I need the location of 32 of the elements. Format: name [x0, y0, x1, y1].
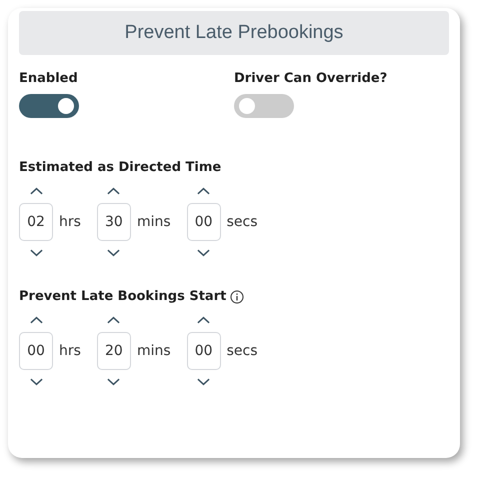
- unit-label: secs: [226, 214, 258, 230]
- toggle-label: Enabled: [19, 71, 79, 86]
- chevron-up-icon[interactable]: [197, 187, 210, 195]
- chevron-down-icon[interactable]: [30, 378, 42, 386]
- chevron-down-icon[interactable]: [107, 249, 120, 257]
- section-title: Prevent Late Prebookings: [124, 22, 344, 44]
- chevron-down-icon[interactable]: [30, 249, 42, 257]
- number-input[interactable]: 00: [186, 332, 221, 370]
- toggle-switch[interactable]: [234, 94, 294, 118]
- toggle-label: Driver Can Override?: [234, 71, 388, 86]
- field-label: Prevent Late Bookings Start: [19, 289, 226, 304]
- chevron-up-icon[interactable]: [30, 316, 42, 324]
- info-icon[interactable]: [230, 290, 244, 304]
- toggle-switch[interactable]: [19, 94, 79, 118]
- number-input[interactable]: 00: [186, 203, 221, 241]
- chevron-down-icon[interactable]: [197, 249, 210, 257]
- chevron-up-icon[interactable]: [197, 316, 210, 324]
- number-input[interactable]: 30: [96, 203, 131, 241]
- unit-label: mins: [136, 343, 171, 359]
- chevron-up-icon[interactable]: [107, 187, 120, 195]
- number-input[interactable]: 02: [19, 203, 53, 241]
- chevron-down-icon[interactable]: [197, 378, 210, 386]
- chevron-up-icon[interactable]: [107, 316, 120, 324]
- unit-label: hrs: [59, 343, 81, 359]
- chevron-up-icon[interactable]: [30, 187, 42, 195]
- unit-label: mins: [136, 214, 171, 230]
- unit-label: hrs: [59, 214, 81, 230]
- number-input[interactable]: 00: [19, 332, 53, 370]
- chevron-down-icon[interactable]: [107, 378, 120, 386]
- field-label: Estimated as Directed Time: [19, 160, 222, 175]
- unit-label: secs: [226, 343, 258, 359]
- number-input[interactable]: 20: [96, 332, 131, 370]
